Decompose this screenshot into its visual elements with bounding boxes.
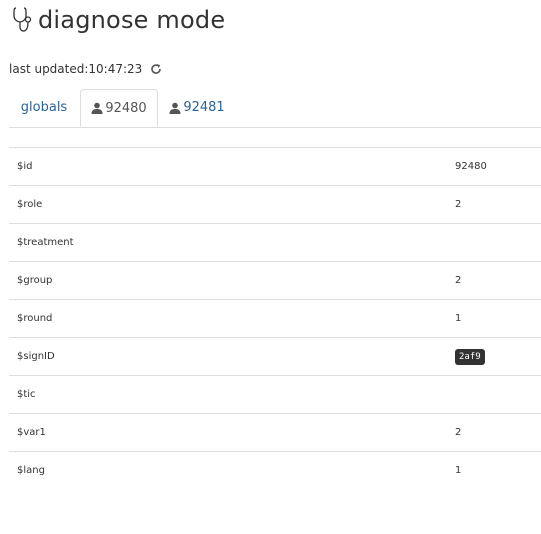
variables-table: $id 92480 $role 2 $treatment $group 2 $r… <box>9 147 541 490</box>
variable-value: 1 <box>455 465 462 477</box>
variable-name: $group <box>17 275 53 286</box>
table-row: $id 92480 <box>9 147 541 186</box>
table-row: $signID 2af9 <box>9 337 541 376</box>
variable-name: $role <box>17 199 43 210</box>
variable-value <box>455 376 541 414</box>
variable-name: $tic <box>17 389 36 400</box>
variable-value: 2 <box>455 275 462 286</box>
table-row: $role 2 <box>9 185 541 224</box>
participant-tabs: globals 92480 92481 <box>9 89 541 128</box>
page-title: diagnose mode <box>38 6 226 34</box>
variable-name: $var1 <box>17 427 46 438</box>
variable-value-cell: 2af9 <box>455 338 541 376</box>
table-row: $var1 2 <box>9 413 541 452</box>
tab-label: 92481 <box>183 100 225 115</box>
diagnose-page: diagnose mode last updated: 10:47:23 glo… <box>0 0 541 534</box>
last-updated-time: 10:47:23 <box>88 62 143 76</box>
user-icon <box>169 102 181 114</box>
variable-name: $round <box>17 313 53 324</box>
last-updated: last updated: 10:47:23 <box>9 61 162 77</box>
variable-value: 2 <box>455 427 462 438</box>
table-row: $tic <box>9 375 541 414</box>
variable-value: 1 <box>455 313 462 324</box>
last-updated-label: last updated: <box>9 62 89 76</box>
tab-92481[interactable]: 92481 <box>162 89 232 126</box>
variable-value: 92480 <box>455 161 487 172</box>
tab-92480[interactable]: 92480 <box>80 89 158 127</box>
page-header: diagnose mode <box>12 4 225 36</box>
sign-id-badge: 2af9 <box>455 348 485 365</box>
variable-name: $id <box>17 161 33 172</box>
tab-label: 92480 <box>105 100 147 116</box>
table-row: $treatment <box>9 223 541 262</box>
table-row: $group 2 <box>9 261 541 300</box>
variable-value: 2 <box>455 199 462 210</box>
tab-label: globals <box>20 100 68 115</box>
variable-value <box>455 224 541 262</box>
user-icon <box>91 102 103 114</box>
tab-globals[interactable]: globals <box>9 89 79 126</box>
variable-name: $treatment <box>17 237 74 248</box>
variable-name: $signID <box>17 351 55 362</box>
table-row: $lang 1 <box>9 451 541 490</box>
refresh-icon[interactable] <box>150 63 162 75</box>
stethoscope-icon <box>12 6 32 34</box>
table-row: $round 1 <box>9 299 541 338</box>
variable-name: $lang <box>17 465 45 477</box>
